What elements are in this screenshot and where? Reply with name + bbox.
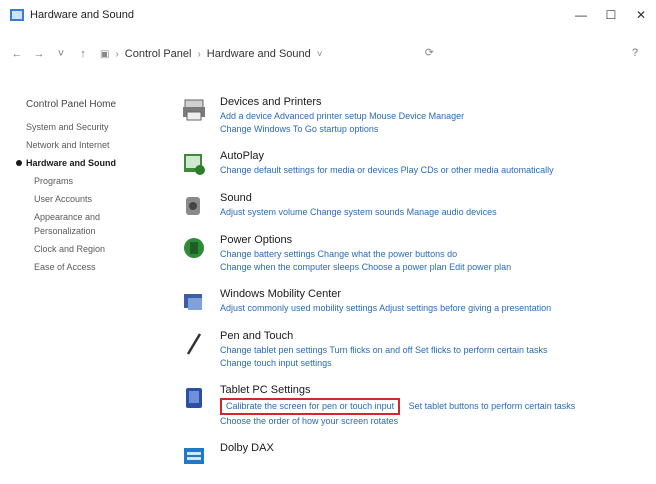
sidebar-item-user-accounts[interactable]: User Accounts	[34, 190, 146, 208]
chevron-down-icon[interactable]: ˅	[317, 49, 323, 60]
chevron-right-icon: ›	[197, 48, 201, 60]
dolby-icon	[180, 442, 208, 470]
category-links[interactable]: Adjust commonly used mobility settings A…	[220, 302, 640, 315]
category-links[interactable]: Change default settings for media or dev…	[220, 164, 640, 177]
mobility-center-icon	[180, 288, 208, 316]
minimize-button[interactable]: —	[566, 0, 596, 30]
category-links[interactable]: Change when the computer sleeps Choose a…	[220, 261, 640, 274]
breadcrumb-control-panel[interactable]: Control Panel	[125, 48, 192, 60]
sidebar-item-network[interactable]: Network and Internet	[26, 136, 146, 154]
sidebar: Control Panel Home System and Security N…	[16, 96, 146, 276]
main-content: Devices and Printers Add a device Advanc…	[180, 96, 640, 484]
active-bullet-icon	[16, 160, 22, 166]
help-icon[interactable]: ?	[626, 44, 644, 62]
category-title[interactable]: Power Options	[220, 234, 640, 246]
maximize-button[interactable]: ☐	[596, 0, 626, 30]
tablet-buttons-link[interactable]: Set tablet buttons to perform certain ta…	[409, 401, 576, 411]
category-title[interactable]: Pen and Touch	[220, 330, 640, 342]
category-title[interactable]: Dolby DAX	[220, 442, 640, 454]
category-links[interactable]: Choose the order of how your screen rota…	[220, 415, 640, 428]
category-title[interactable]: Windows Mobility Center	[220, 288, 640, 300]
refresh-icon[interactable]: ⟳	[425, 46, 434, 59]
category-links[interactable]: Change tablet pen settings Turn flicks o…	[220, 344, 640, 357]
folder-icon: ▣	[100, 48, 110, 60]
category-devices-printers: Devices and Printers Add a device Advanc…	[180, 96, 640, 136]
sidebar-item-label: Hardware and Sound	[26, 158, 117, 168]
category-links[interactable]: Add a device Advanced printer setup Mous…	[220, 110, 640, 123]
category-title[interactable]: Sound	[220, 192, 640, 204]
up-arrow-icon[interactable]: ↑	[72, 43, 94, 65]
category-mobility-center: Windows Mobility Center Adjust commonly …	[180, 288, 640, 316]
category-links[interactable]: Adjust system volume Change system sound…	[220, 206, 640, 219]
tablet-icon	[180, 384, 208, 412]
category-title[interactable]: Tablet PC Settings	[220, 384, 640, 396]
close-button[interactable]: ✕	[626, 0, 656, 30]
category-pen-touch: Pen and Touch Change tablet pen settings…	[180, 330, 640, 370]
chevron-right-icon: ›	[115, 48, 119, 60]
battery-icon	[180, 234, 208, 262]
category-title[interactable]: Devices and Printers	[220, 96, 640, 108]
autoplay-icon	[180, 150, 208, 178]
sidebar-home-link[interactable]: Control Panel Home	[26, 96, 146, 118]
printer-icon	[180, 96, 208, 124]
window-title: Hardware and Sound	[30, 9, 134, 21]
speaker-icon	[180, 192, 208, 220]
sidebar-item-ease-of-access[interactable]: Ease of Access	[34, 258, 146, 276]
category-links[interactable]: Change battery settings Change what the …	[220, 248, 640, 261]
breadcrumb-hardware-and-sound[interactable]: Hardware and Sound	[207, 48, 311, 60]
sidebar-item-appearance[interactable]: Appearance and Personalization	[34, 208, 146, 240]
category-autoplay: AutoPlay Change default settings for med…	[180, 150, 640, 178]
category-power-options: Power Options Change battery settings Ch…	[180, 234, 640, 274]
category-sound: Sound Adjust system volume Change system…	[180, 192, 640, 220]
sidebar-item-system-security[interactable]: System and Security	[26, 118, 146, 136]
sidebar-item-clock-region[interactable]: Clock and Region	[34, 240, 146, 258]
category-tablet-pc-settings: Tablet PC Settings Calibrate the screen …	[180, 384, 640, 428]
category-dolby-dax: Dolby DAX	[180, 442, 640, 470]
sidebar-item-hardware-sound[interactable]: Hardware and Sound	[16, 154, 146, 172]
category-links[interactable]: Change touch input settings	[220, 357, 640, 370]
forward-arrow-icon[interactable]: →	[28, 43, 50, 65]
calibrate-screen-link[interactable]: Calibrate the screen for pen or touch in…	[220, 398, 401, 415]
category-links[interactable]: Change Windows To Go startup options	[220, 123, 640, 136]
sidebar-item-programs[interactable]: Programs	[34, 172, 146, 190]
back-arrow-icon[interactable]: ←	[6, 43, 28, 65]
recent-dropdown-icon[interactable]: ˅	[50, 43, 72, 65]
address-bar: ← → ˅ ↑ ▣ › Control Panel › Hardware and…	[0, 40, 656, 68]
title-bar: Hardware and Sound — ☐ ✕	[0, 0, 656, 30]
category-title[interactable]: AutoPlay	[220, 150, 640, 162]
pen-icon	[180, 330, 208, 358]
category-links: Calibrate the screen for pen or touch in…	[220, 398, 640, 415]
control-panel-icon	[10, 9, 24, 21]
